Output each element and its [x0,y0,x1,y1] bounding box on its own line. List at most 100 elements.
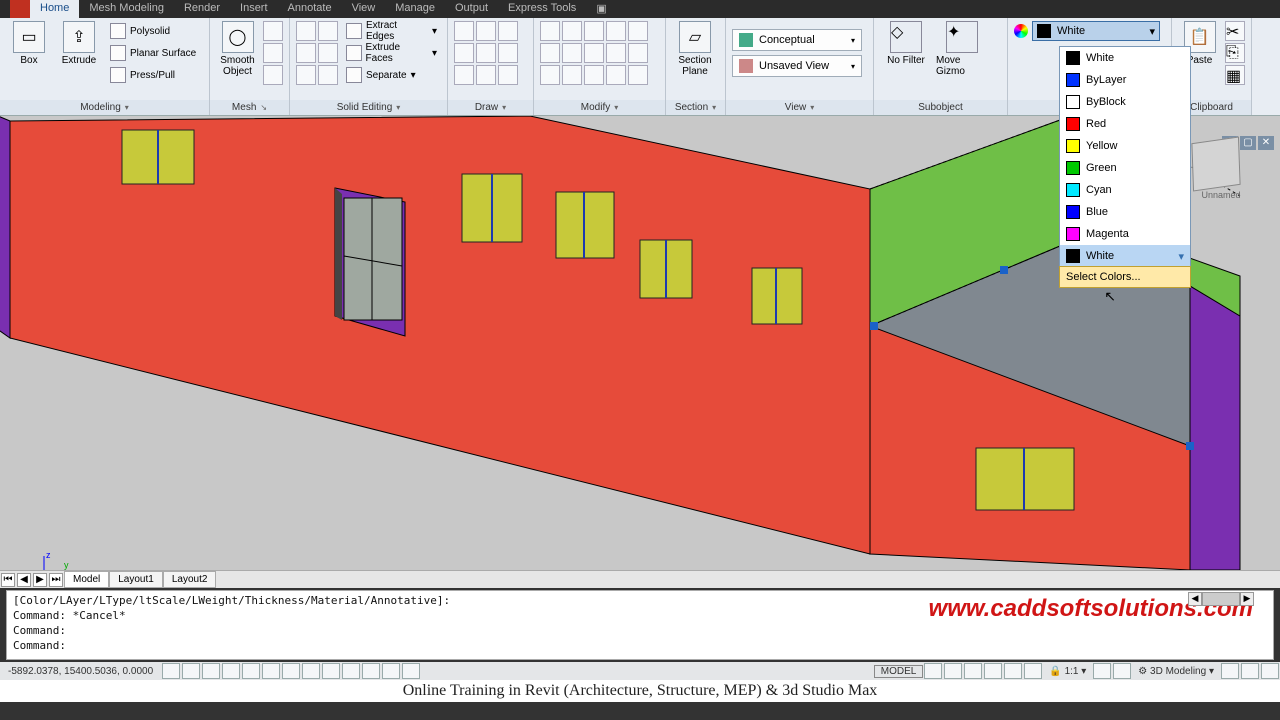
otrack-toggle[interactable] [282,663,300,679]
mod-11[interactable] [540,65,560,85]
layout-last-icon[interactable]: ⏭ [49,573,63,587]
extract-edges-button[interactable]: Extract Edges ▾ [342,21,441,41]
mod-5[interactable] [628,21,648,41]
layout-tab-model[interactable]: Model [64,571,109,588]
layout-first-icon[interactable]: ⏮ [1,573,15,587]
mod-1[interactable] [540,21,560,41]
st-5[interactable] [1004,663,1022,679]
mod-4[interactable] [606,21,626,41]
no-filter-button[interactable]: ◇No Filter [880,21,932,100]
copy-button[interactable]: ⎘ [1225,43,1245,63]
tab-mesh-modeling[interactable]: Mesh Modeling [79,0,174,18]
3dosnap-toggle[interactable] [262,663,280,679]
st-7[interactable] [1093,663,1111,679]
extrude-faces-button[interactable]: Extrude Faces ▾ [342,43,441,63]
draw-6[interactable] [498,43,518,63]
osnap-toggle[interactable] [242,663,260,679]
st-8[interactable] [1113,663,1131,679]
box-button[interactable]: ▭Box [6,21,52,100]
mesh-tool-2[interactable] [263,43,283,63]
mod-10[interactable] [628,43,648,63]
cut-button[interactable]: ✂ [1225,21,1245,41]
ducs-toggle[interactable] [302,663,320,679]
draw-2[interactable] [476,21,496,41]
st-11[interactable] [1261,663,1279,679]
select-colors-option[interactable]: Select Colors... [1059,266,1191,288]
se-4[interactable] [318,43,338,63]
color-dropdown[interactable]: White▾ [1032,21,1160,41]
sc-toggle[interactable] [402,663,420,679]
visual-style-dropdown[interactable]: Conceptual▾ [732,29,862,51]
color-opt-magenta[interactable]: Magenta [1060,223,1190,245]
se-1[interactable] [296,21,316,41]
extrude-button[interactable]: ⇪Extrude [56,21,102,100]
mod-7[interactable] [562,43,582,63]
st-9[interactable] [1221,663,1239,679]
st-4[interactable] [984,663,1002,679]
mod-15[interactable] [628,65,648,85]
draw-3[interactable] [498,21,518,41]
viewcube[interactable]: Unnamed [1192,140,1250,198]
mod-12[interactable] [562,65,582,85]
workspace-switch[interactable]: ⚙ 3D Modeling ▾ [1132,666,1220,677]
mesh-tool-3[interactable] [263,65,283,85]
color-opt-cyan[interactable]: Cyan [1060,179,1190,201]
snap-toggle[interactable] [162,663,180,679]
tab-home[interactable]: Home [30,0,79,18]
mesh-tool-1[interactable] [263,21,283,41]
se-2[interactable] [318,21,338,41]
layout-tab-1[interactable]: Layout1 [109,571,163,588]
polar-toggle[interactable] [222,663,240,679]
annotation-scale[interactable]: 🔒 1:1 ▾ [1043,666,1092,677]
mod-13[interactable] [584,65,604,85]
color-opt-green[interactable]: Green [1060,157,1190,179]
app-icon[interactable] [10,0,30,18]
separate-button[interactable]: Separate ▾ [342,65,441,85]
tab-more-icon[interactable]: ▣ [586,0,616,18]
se-5[interactable] [296,65,316,85]
tab-render[interactable]: Render [174,0,230,18]
layout-tab-2[interactable]: Layout2 [163,571,217,588]
tab-manage[interactable]: Manage [385,0,445,18]
cmd-scrollbar[interactable]: ◀▶ [1188,592,1254,606]
mod-6[interactable] [540,43,560,63]
draw-9[interactable] [498,65,518,85]
mod-2[interactable] [562,21,582,41]
lwt-toggle[interactable] [342,663,360,679]
match-button[interactable]: ▦ [1225,65,1245,85]
section-plane-button[interactable]: ▱Section Plane [672,21,718,100]
mod-14[interactable] [606,65,626,85]
draw-7[interactable] [454,65,474,85]
model-space-button[interactable]: MODEL [874,665,924,678]
grid-toggle[interactable] [182,663,200,679]
draw-5[interactable] [476,43,496,63]
draw-4[interactable] [454,43,474,63]
color-opt-blue[interactable]: Blue [1060,201,1190,223]
qp-toggle[interactable] [382,663,400,679]
mod-8[interactable] [584,43,604,63]
st-3[interactable] [964,663,982,679]
ortho-toggle[interactable] [202,663,220,679]
layout-prev-icon[interactable]: ◀ [17,573,31,587]
draw-1[interactable] [454,21,474,41]
st-2[interactable] [944,663,962,679]
se-6[interactable] [318,65,338,85]
draw-8[interactable] [476,65,496,85]
tab-annotate[interactable]: Annotate [278,0,342,18]
tab-view[interactable]: View [342,0,386,18]
press-pull-button[interactable]: Press/Pull [106,65,200,85]
move-gizmo-button[interactable]: ✦Move Gizmo [936,21,988,100]
tab-insert[interactable]: Insert [230,0,278,18]
dyn-toggle[interactable] [322,663,340,679]
planar-surface-button[interactable]: Planar Surface [106,43,200,63]
tab-output[interactable]: Output [445,0,498,18]
color-opt-bylayer[interactable]: ByLayer [1060,69,1190,91]
polysolid-button[interactable]: Polysolid [106,21,200,41]
color-opt-byblock[interactable]: ByBlock [1060,91,1190,113]
st-1[interactable] [924,663,942,679]
color-opt-red[interactable]: Red [1060,113,1190,135]
st-10[interactable] [1241,663,1259,679]
color-opt-yellow[interactable]: Yellow [1060,135,1190,157]
color-opt-white[interactable]: White▾ [1060,245,1190,267]
color-opt-white-top[interactable]: White [1060,47,1190,69]
